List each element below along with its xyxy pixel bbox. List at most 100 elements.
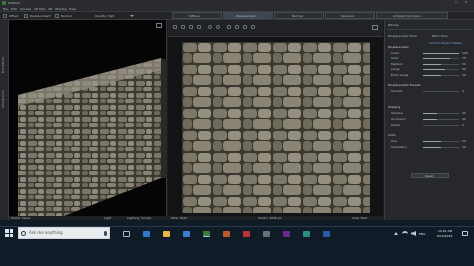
slider-smooth[interactable] (423, 91, 459, 92)
offset-checkbox[interactable] (3, 14, 7, 18)
value-depth[interactable]: 0 (462, 123, 464, 127)
sidebar-tabs: MATERIAL SEAMLESS (0, 20, 9, 220)
notifications-icon[interactable] (462, 231, 468, 236)
menu-window[interactable]: Window (55, 7, 67, 11)
menu-choose[interactable]: Choose (20, 7, 31, 11)
slider-medium[interactable] (423, 64, 459, 65)
menu-edit[interactable]: Edit (11, 7, 17, 11)
section-shading: Shading (388, 105, 401, 109)
slider-occlusion[interactable] (423, 119, 459, 120)
row-medium: Medium (391, 62, 403, 66)
menu-3d[interactable]: 3D (48, 7, 52, 11)
search-icon (21, 231, 26, 236)
open-icon[interactable] (181, 25, 185, 29)
value-medium[interactable]: 50 (462, 62, 466, 66)
app-icon-5[interactable] (283, 231, 290, 237)
slider-scale[interactable] (423, 53, 459, 54)
new-icon[interactable] (173, 25, 177, 29)
normal-label: Normal (61, 14, 72, 18)
normal-checkbox[interactable] (55, 14, 59, 18)
slider-saturation[interactable] (423, 147, 459, 148)
tab-displacement-tools[interactable]: Displacement Tools (388, 34, 417, 38)
close-button[interactable]: ✕ (465, 0, 468, 4)
value-smooth[interactable]: 0 (462, 89, 464, 93)
maximize-button[interactable]: □ (455, 0, 458, 4)
slider-shadow[interactable] (423, 113, 459, 114)
menu-file[interactable]: File (3, 7, 8, 11)
undo-icon[interactable] (208, 25, 212, 29)
value-occlusion[interactable]: 40 (462, 117, 466, 121)
value-shadow[interactable]: 40 (462, 111, 466, 115)
app-icon-2[interactable] (223, 231, 230, 237)
app-icon-6[interactable] (303, 231, 310, 237)
tool-3-icon[interactable] (243, 25, 247, 29)
value-extra-large[interactable]: 50 (462, 73, 466, 77)
pixplant-taskbar-icon[interactable] (203, 231, 210, 237)
offset-label: Offset (9, 14, 19, 18)
redo-icon[interactable] (216, 25, 220, 29)
search-box[interactable]: Ask me anything (18, 227, 110, 239)
value-hue[interactable]: 50 (462, 139, 466, 143)
menu-2d-map[interactable]: 2D Map (34, 7, 46, 11)
menu-help[interactable]: Help (69, 7, 76, 11)
value-saturation[interactable]: 50 (462, 145, 466, 149)
tab-specular[interactable]: Specular (325, 12, 375, 19)
row-saturation: Saturation (391, 145, 407, 149)
file-explorer-icon[interactable] (163, 231, 170, 237)
slider-hue[interactable] (423, 141, 459, 142)
save-icon[interactable] (189, 25, 193, 29)
chevron-down-icon (130, 15, 134, 17)
slider-depth[interactable] (423, 125, 459, 126)
tab-ambient-occlusion-label: Ambient Occlusion (393, 14, 422, 18)
tab-displacement[interactable]: Displacement (223, 12, 273, 19)
preset-link[interactable]: Smooth Mixed Details (429, 41, 462, 45)
app-icon-3[interactable] (243, 231, 250, 237)
stone-texture-2d (182, 42, 370, 213)
app-icon (2, 1, 6, 5)
tool-1-icon[interactable] (227, 25, 231, 29)
view-2d-toolbar (168, 20, 383, 37)
viewport-2d[interactable] (168, 37, 383, 220)
tray-chevron-up-icon[interactable] (394, 232, 398, 235)
row-smooth: Smooth (391, 89, 403, 93)
reset-button[interactable]: Reset (411, 173, 449, 178)
tool-4-icon[interactable] (251, 25, 255, 29)
tab-seamless[interactable]: SEAMLESS (1, 90, 5, 108)
value-slots[interactable]: 75 (462, 56, 466, 60)
app-icon-7[interactable] (323, 231, 330, 237)
input-language[interactable]: ENG (419, 232, 425, 236)
slider-large[interactable] (423, 69, 459, 70)
clock-date[interactable]: 8/16/2016 (437, 234, 452, 238)
tab-material[interactable]: MATERIAL (1, 56, 5, 73)
slider-slots[interactable] (423, 58, 459, 59)
props-header: Bitmap (388, 23, 399, 27)
section-displacement: Displacement (388, 45, 409, 49)
row-occlusion: Occlusion (391, 117, 406, 121)
tab-ambient-occlusion[interactable]: Ambient Occlusion (376, 12, 448, 19)
value-large[interactable]: 60 (462, 67, 466, 71)
microphone-icon[interactable] (104, 231, 107, 236)
clock-time[interactable]: 10:01 AM (438, 229, 452, 233)
export-icon[interactable] (197, 25, 201, 29)
tab-normal[interactable]: Normal (274, 12, 324, 19)
displacement-checkbox[interactable] (24, 14, 28, 18)
store-icon[interactable] (183, 231, 190, 237)
value-scale[interactable]: 100 (462, 51, 468, 55)
tab-paint-tools[interactable]: Paint Tools (432, 34, 448, 38)
view-2d-corner-icon[interactable] (372, 25, 378, 30)
section-color: Color (388, 133, 396, 137)
edge-icon[interactable] (143, 231, 150, 237)
tool-2-icon[interactable] (235, 25, 239, 29)
windows-start-icon[interactable] (5, 229, 13, 237)
row-scale: Scale (391, 51, 400, 55)
section-displacement-presets: Displacement Presets (388, 83, 421, 87)
tab-diffuse[interactable]: Diffuse (172, 12, 222, 19)
minimize-button[interactable]: – (446, 0, 448, 4)
network-icon[interactable] (402, 231, 408, 236)
viewport-3d[interactable] (9, 20, 167, 216)
task-view-icon[interactable] (123, 231, 130, 237)
tab-normal-label: Normal (292, 14, 303, 18)
quality-dropdown[interactable]: Quality: High (95, 14, 114, 18)
slider-extra-large[interactable] (423, 75, 459, 76)
app-icon-4[interactable] (263, 231, 270, 237)
